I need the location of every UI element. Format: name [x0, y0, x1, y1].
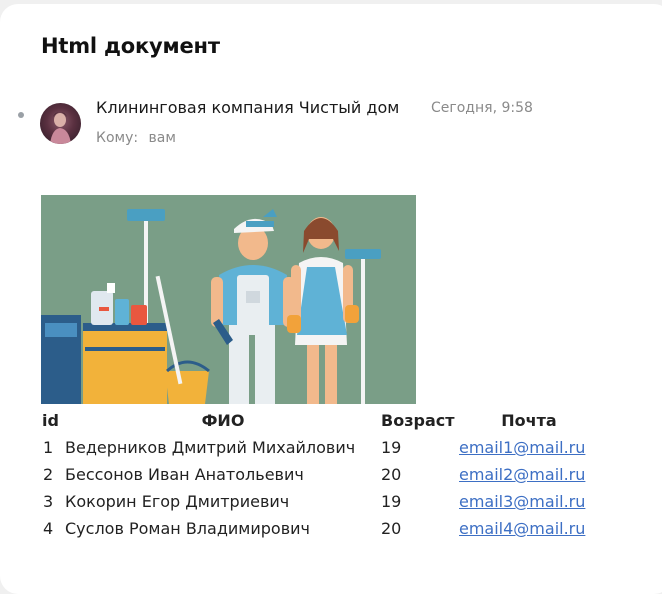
cleaners-illustration — [41, 195, 416, 404]
cell-fio: Суслов Роман Владимирович — [65, 519, 310, 538]
cell-fio: Бессонов Иван Анатольевич — [65, 465, 304, 484]
email-link[interactable]: email1@mail.ru — [459, 438, 585, 457]
table-row: 4 Суслов Роман Владимирович 20 email4@ma… — [40, 515, 599, 542]
sender-name[interactable]: Клининговая компания Чистый дом — [96, 98, 399, 117]
cell-id: 3 — [43, 492, 54, 511]
recipient-row: Кому: вам — [96, 130, 176, 146]
table-header-row: id ФИО Возраст Почта — [40, 406, 599, 434]
cell-age: 19 — [381, 438, 402, 457]
cell-age: 20 — [381, 519, 402, 538]
cell-email: email1@mail.ru — [459, 434, 599, 461]
cell-email: email4@mail.ru — [459, 515, 599, 542]
column-header-age: Возраст — [381, 410, 455, 430]
to-label: Кому: — [96, 130, 139, 146]
people-table: id ФИО Возраст Почта 1 Ведерников Дмитри… — [40, 406, 599, 542]
email-date: Сегодня, 9:58 — [431, 100, 533, 116]
table-row: 1 Ведерников Дмитрий Михайлович 19 email… — [40, 434, 599, 461]
email-link[interactable]: email3@mail.ru — [459, 492, 585, 511]
cell-id: 4 — [43, 519, 54, 538]
table-row: 2 Бессонов Иван Анатольевич 20 email2@ma… — [40, 461, 599, 488]
cell-email: email3@mail.ru — [459, 488, 599, 515]
column-header-id: id — [42, 410, 59, 430]
unread-dot-icon[interactable] — [18, 112, 24, 118]
cell-fio: Кокорин Егор Дмитриевич — [65, 492, 290, 511]
cell-id: 2 — [43, 465, 54, 484]
cell-age: 20 — [381, 465, 402, 484]
cell-age: 19 — [381, 492, 402, 511]
email-link[interactable]: email4@mail.ru — [459, 519, 585, 538]
cell-fio: Ведерников Дмитрий Михайлович — [65, 438, 356, 457]
email-subject: Html документ — [41, 34, 220, 58]
column-header-fio: ФИО — [201, 410, 245, 430]
column-header-email: Почта — [501, 410, 557, 430]
email-link[interactable]: email2@mail.ru — [459, 465, 585, 484]
cell-id: 1 — [43, 438, 54, 457]
to-value[interactable]: вам — [149, 130, 176, 146]
table-row: 3 Кокорин Егор Дмитриевич 19 email3@mail… — [40, 488, 599, 515]
sender-avatar[interactable] — [40, 103, 81, 144]
cell-email: email2@mail.ru — [459, 461, 599, 488]
